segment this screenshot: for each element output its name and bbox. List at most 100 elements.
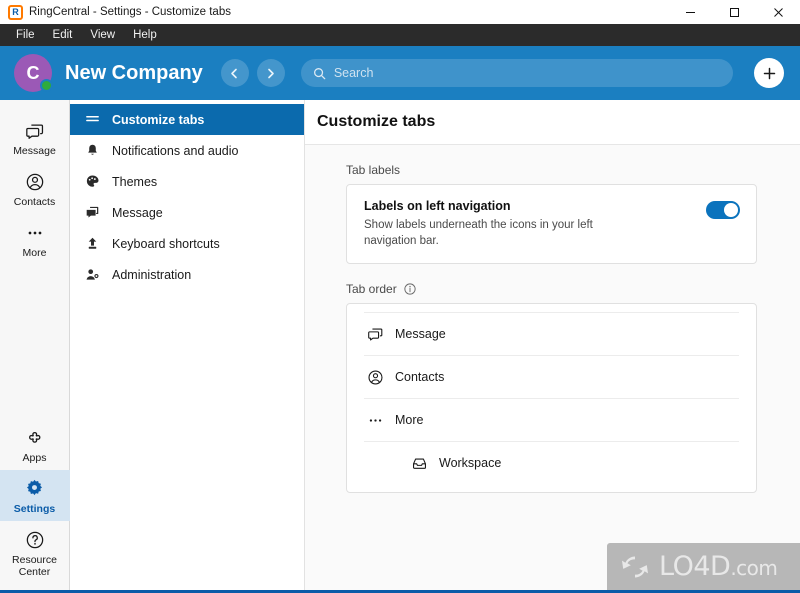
left-navigation-bottom: Apps Settings Resource Center [0,419,70,590]
watermark-brand: LO4D [659,551,731,582]
tab-labels-section-label: Tab labels [346,163,401,177]
settings-category-list: Customize tabs Notifications and audio T… [70,100,305,590]
labels-setting-description: Show labels underneath the icons in your… [364,219,593,247]
sidebar-item-apps[interactable]: Apps [0,419,70,470]
labels-setting-title: Labels on left navigation [364,199,511,213]
settings-item-customize-tabs[interactable]: Customize tabs [70,104,304,135]
info-icon[interactable] [404,283,416,295]
title-bar: R RingCentral - Settings - Customize tab… [0,0,800,24]
sidebar-item-settings[interactable]: Settings [0,469,70,521]
presence-indicator [40,79,53,92]
gear-icon [24,477,45,501]
maximize-button[interactable] [712,0,756,24]
app-window: R RingCentral - Settings - Customize tab… [0,0,800,593]
search-input[interactable]: Search [300,59,733,87]
ringcentral-logo-icon: R [8,4,23,20]
navigation-buttons [220,59,285,87]
sidebar-item-label: Message [13,145,56,157]
tab-order-row-label: Workspace [439,456,502,471]
tab-order-row-label: Message [395,327,446,342]
main-body: Tab labels Labels on left navigation Sho… [305,145,800,590]
app-header: C New Company Search [0,46,800,100]
labels-on-left-navigation-toggle[interactable] [706,201,740,219]
watermark: LO4D.com [607,543,800,590]
settings-item-label: Customize tabs [112,112,205,127]
message-icon [25,119,45,143]
menu-bar: File Edit View Help [0,24,800,46]
tab-order-label-text: Tab order [346,282,397,297]
keyboard-icon [85,236,105,251]
add-button[interactable] [754,58,784,88]
sidebar-item-label: Resource Center [12,553,57,578]
help-icon [25,528,45,552]
sidebar-item-contacts[interactable]: Contacts [0,163,70,214]
settings-item-themes[interactable]: Themes [70,166,304,197]
company-name: New Company [65,61,203,84]
hamburger-icon [85,112,105,127]
menu-item-help[interactable]: Help [124,24,166,46]
admin-user-icon [85,267,105,282]
sidebar-item-resource-center[interactable]: Resource Center [0,521,70,584]
bell-icon [85,143,105,158]
menu-item-view[interactable]: View [81,24,124,46]
card-bottom-spacer [347,484,756,492]
main-header: Customize tabs [305,100,800,145]
card-top-spacer [347,304,756,312]
palette-icon [85,174,105,189]
labels-on-left-navigation-row: Labels on left navigation Show labels un… [347,185,756,263]
sidebar-item-label: Contacts [13,196,56,209]
window-title: RingCentral - Settings - Customize tabs [29,6,231,18]
more-icon [364,412,386,429]
minimize-button[interactable] [668,0,712,24]
left-navigation-rail: Message Contacts More Apps Settings Reso… [0,100,70,590]
message-icon [85,205,105,220]
settings-item-label: Notifications and audio [112,143,239,158]
menu-item-file[interactable]: File [7,24,44,46]
contacts-icon [25,170,45,194]
avatar[interactable]: C [14,54,53,92]
sidebar-item-label: More [22,247,47,260]
contacts-icon [364,369,386,386]
search-icon [313,67,326,80]
close-button[interactable] [756,0,800,24]
sidebar-item-more[interactable]: More [0,214,70,265]
back-button[interactable] [220,59,249,87]
sidebar-item-label: Settings [13,502,56,515]
tab-order-row-label: Contacts [395,370,445,385]
tab-order-section-label: Tab order [346,282,757,296]
settings-item-label: Administration [112,267,192,282]
page-title: Customize tabs [317,113,436,130]
settings-item-label: Themes [112,174,158,189]
tab-order-row-more[interactable]: More [364,398,739,441]
tab-labels-card: Labels on left navigation Show labels un… [346,184,757,265]
settings-item-administration[interactable]: Administration [70,259,304,290]
tab-order-row-label: More [395,413,424,428]
forward-button[interactable] [256,59,285,87]
main-pane: Customize tabs Tab labels Labels on left… [305,100,800,590]
settings-item-label: Keyboard shortcuts [112,236,220,251]
settings-item-label: Message [112,205,163,220]
settings-item-notifications-and-audio[interactable]: Notifications and audio [70,135,304,166]
workspace-icon [408,455,430,472]
watermark-text: LO4D.com [659,551,778,582]
ringcentral-logo-letter: R [12,6,19,17]
watermark-suffix: .com [730,556,778,580]
search-placeholder: Search [333,66,374,80]
apps-icon [24,426,45,450]
tab-order-card: Message Contacts More Workspace [346,303,757,494]
tab-order-row-message[interactable]: Message [364,312,739,355]
settings-item-message[interactable]: Message [70,197,304,228]
message-icon [364,326,386,343]
menu-item-edit[interactable]: Edit [44,24,82,46]
sidebar-item-label: Apps [22,451,47,464]
lo4d-logo-icon [622,556,648,577]
window-controls [668,0,800,24]
more-icon [25,221,45,245]
tab-order-row-contacts[interactable]: Contacts [364,355,739,398]
settings-item-keyboard-shortcuts[interactable]: Keyboard shortcuts [70,228,304,259]
sidebar-item-message[interactable]: Message [0,112,70,163]
tab-order-row-workspace[interactable]: Workspace [364,441,739,484]
toggle-knob [724,203,738,217]
labels-setting-text: Labels on left navigation Show labels un… [364,199,706,249]
app-body: Message Contacts More Apps Settings Reso… [0,100,800,593]
